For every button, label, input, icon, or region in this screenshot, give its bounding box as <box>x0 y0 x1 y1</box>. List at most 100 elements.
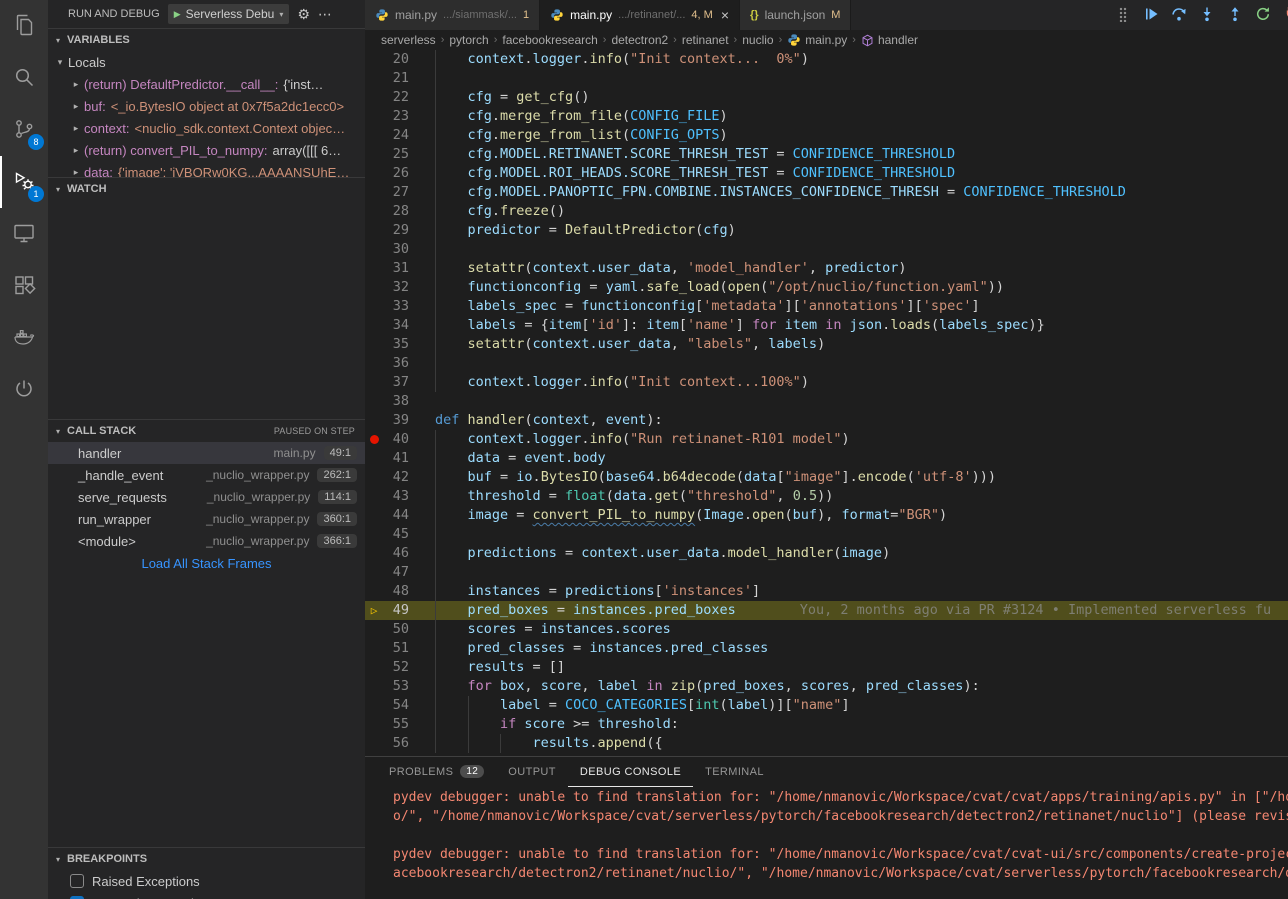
activity-item-source-control[interactable]: 8 <box>0 104 48 156</box>
variable-item[interactable]: ▸(return) DefaultPredictor.__call__:{'in… <box>48 73 365 95</box>
call-stack-header[interactable]: ▾ CALL STACK PAUSED ON STEP <box>48 420 365 442</box>
gutter-glyph[interactable] <box>365 411 383 430</box>
gutter-glyph[interactable] <box>365 50 383 69</box>
code-line[interactable]: 44 image = convert_PIL_to_numpy(Image.op… <box>365 506 1288 525</box>
gutter-glyph[interactable] <box>365 316 383 335</box>
code-line[interactable]: 45 <box>365 525 1288 544</box>
variables-header[interactable]: ▾ VARIABLES <box>48 29 365 51</box>
code-line[interactable]: 53 for box, score, label in zip(pred_box… <box>365 677 1288 696</box>
gutter-glyph[interactable] <box>365 259 383 278</box>
code-line[interactable]: 28 cfg.freeze() <box>365 202 1288 221</box>
panel-tab-terminal[interactable]: TERMINAL <box>693 757 776 787</box>
panel-tab-problems[interactable]: PROBLEMS12 <box>377 757 496 787</box>
disconnect-icon[interactable] <box>1282 5 1288 23</box>
code-line[interactable]: 35 setattr(context.user_data, "labels", … <box>365 335 1288 354</box>
code-line[interactable]: 52 results = [] <box>365 658 1288 677</box>
editor[interactable]: 20 context.logger.info("Init context... … <box>365 50 1288 756</box>
breakpoints-header[interactable]: ▾ BREAKPOINTS <box>48 848 365 870</box>
continue-icon[interactable] <box>1142 5 1160 23</box>
variable-item[interactable]: ▸context:<nuclio_sdk.context.Context obj… <box>48 117 365 139</box>
tab-main-py[interactable]: main.py.../retinanet/...4, M× <box>540 0 740 30</box>
gutter-glyph[interactable] <box>365 145 383 164</box>
code-line[interactable]: 34 labels = {item['id']: item['name'] fo… <box>365 316 1288 335</box>
code-line[interactable]: 26 cfg.MODEL.ROI_HEADS.SCORE_THRESH_TEST… <box>365 164 1288 183</box>
gutter-glyph[interactable] <box>365 734 383 753</box>
code-line[interactable]: 42 buf = io.BytesIO(base64.b64decode(dat… <box>365 468 1288 487</box>
activity-item-power[interactable] <box>0 364 48 416</box>
gutter-glyph[interactable] <box>365 240 383 259</box>
activity-item-search[interactable] <box>0 52 48 104</box>
code-line[interactable]: 32 functionconfig = yaml.safe_load(open(… <box>365 278 1288 297</box>
stack-frame[interactable]: _handle_event_nuclio_wrapper.py262:1 <box>48 464 365 486</box>
gutter-glyph[interactable] <box>365 354 383 373</box>
code-line[interactable]: 39def handler(context, event): <box>365 411 1288 430</box>
breadcrumb-item[interactable]: main.py <box>787 33 847 47</box>
code-line[interactable]: 55 if score >= threshold: <box>365 715 1288 734</box>
activity-item-docker[interactable] <box>0 312 48 364</box>
code-line[interactable]: 48 instances = predictions['instances'] <box>365 582 1288 601</box>
gear-icon[interactable]: ⚙ <box>297 6 310 23</box>
gutter-glyph[interactable] <box>365 335 383 354</box>
gutter-glyph[interactable] <box>365 620 383 639</box>
code-line[interactable]: 22 cfg = get_cfg() <box>365 88 1288 107</box>
gutter-glyph[interactable] <box>365 373 383 392</box>
gutter-glyph[interactable] <box>365 658 383 677</box>
breadcrumb-item[interactable]: serverless <box>381 33 436 47</box>
code-line[interactable]: 37 context.logger.info("Init context...1… <box>365 373 1288 392</box>
panel-tab-debug-console[interactable]: DEBUG CONSOLE <box>568 757 693 787</box>
gutter-glyph[interactable] <box>365 525 383 544</box>
activity-item-run-and-debug[interactable]: 1 <box>0 156 48 208</box>
code-line[interactable]: 56 results.append({ <box>365 734 1288 753</box>
gutter-glyph[interactable] <box>365 297 383 316</box>
stack-frame[interactable]: <module>_nuclio_wrapper.py366:1 <box>48 530 365 552</box>
code-line[interactable]: 23 cfg.merge_from_file(CONFIG_FILE) <box>365 107 1288 126</box>
code-line[interactable]: 24 cfg.merge_from_list(CONFIG_OPTS) <box>365 126 1288 145</box>
code-line[interactable]: 36 <box>365 354 1288 373</box>
code-line[interactable]: 38 <box>365 392 1288 411</box>
variable-item[interactable]: ▸buf:<_io.BytesIO object at 0x7f5a2dc1ec… <box>48 95 365 117</box>
code-line[interactable]: 31 setattr(context.user_data, 'model_han… <box>365 259 1288 278</box>
gutter-glyph[interactable] <box>365 468 383 487</box>
code-line[interactable]: 27 cfg.MODEL.PANOPTIC_FPN.COMBINE.INSTAN… <box>365 183 1288 202</box>
gutter-glyph[interactable] <box>365 107 383 126</box>
variables-scope-locals[interactable]: ▾Locals <box>48 51 365 73</box>
step-out-icon[interactable] <box>1226 5 1244 23</box>
gutter-glyph[interactable] <box>365 639 383 658</box>
code-line[interactable]: 25 cfg.MODEL.RETINANET.SCORE_THRESH_TEST… <box>365 145 1288 164</box>
breadcrumb-item[interactable]: pytorch <box>449 33 488 47</box>
tab-launch-json[interactable]: {}launch.jsonM <box>740 0 851 30</box>
code-line[interactable]: 21 <box>365 69 1288 88</box>
code-line[interactable]: 46 predictions = context.user_data.model… <box>365 544 1288 563</box>
gutter-glyph[interactable]: ▷ <box>365 601 383 620</box>
code-line[interactable]: ▷49 pred_boxes = instances.pred_boxesYou… <box>365 601 1288 620</box>
gutter-glyph[interactable] <box>365 126 383 145</box>
gutter-glyph[interactable] <box>365 430 383 449</box>
step-over-icon[interactable] <box>1170 5 1188 23</box>
code-line[interactable]: 30 <box>365 240 1288 259</box>
code-line[interactable]: 51 pred_classes = instances.pred_classes <box>365 639 1288 658</box>
code-line[interactable]: 40 context.logger.info("Run retinanet-R1… <box>365 430 1288 449</box>
gutter-glyph[interactable] <box>365 563 383 582</box>
gutter-glyph[interactable] <box>365 449 383 468</box>
code-line[interactable]: 41 data = event.body <box>365 449 1288 468</box>
gutter-glyph[interactable] <box>365 278 383 297</box>
watch-header[interactable]: ▾ WATCH <box>48 178 365 200</box>
breadcrumb-item[interactable]: nuclio <box>742 33 773 47</box>
gutter-glyph[interactable] <box>365 677 383 696</box>
activity-item-remote-explorer[interactable] <box>0 208 48 260</box>
close-icon[interactable]: × <box>721 7 729 23</box>
code-line[interactable]: 29 predictor = DefaultPredictor(cfg) <box>365 221 1288 240</box>
stack-frame[interactable]: serve_requests_nuclio_wrapper.py114:1 <box>48 486 365 508</box>
checkbox[interactable] <box>70 874 84 888</box>
debug-config-dropdown[interactable]: ▶ Serverless Debu ▾ <box>168 4 290 24</box>
breadcrumb-item[interactable]: handler <box>861 33 918 47</box>
gutter-glyph[interactable] <box>365 183 383 202</box>
gutter-glyph[interactable] <box>365 582 383 601</box>
activity-item-explorer[interactable] <box>0 0 48 52</box>
code-line[interactable]: 47 <box>365 563 1288 582</box>
debug-console[interactable]: pydev debugger: unable to find translati… <box>365 787 1288 899</box>
load-all-stack-frames-link[interactable]: Load All Stack Frames <box>48 552 365 574</box>
gutter-glyph[interactable] <box>365 487 383 506</box>
gutter-glyph[interactable] <box>365 88 383 107</box>
start-debug-icon[interactable]: ▶ <box>174 9 181 20</box>
